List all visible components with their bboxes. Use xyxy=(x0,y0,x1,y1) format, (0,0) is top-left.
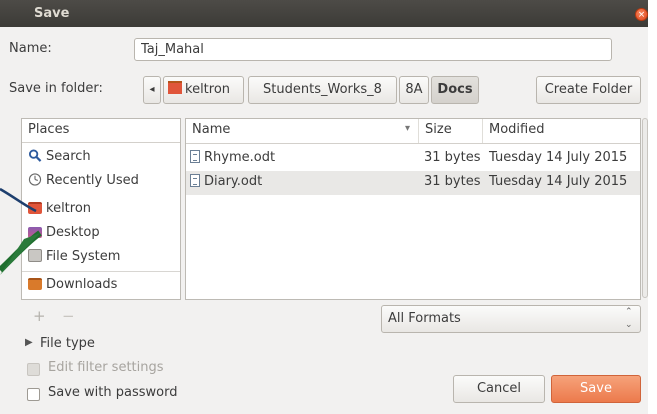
file-name-cell: Diary.odt xyxy=(190,174,262,189)
path-button-docs[interactable]: Docs xyxy=(431,76,479,104)
column-header-size[interactable]: Size xyxy=(419,119,483,143)
remove-place-icon[interactable]: − xyxy=(62,307,75,325)
place-label: Search xyxy=(46,149,91,164)
place-label: Downloads xyxy=(46,277,118,292)
window-title: Save xyxy=(34,6,70,21)
file-name: Rhyme.odt xyxy=(204,150,276,165)
create-folder-label: Create Folder xyxy=(544,82,633,97)
filter-value: All Formats xyxy=(388,311,461,326)
file-name: Diary.odt xyxy=(204,174,263,189)
file-size: 31 bytes xyxy=(424,174,481,189)
chevron-left-icon: ◂ xyxy=(149,84,155,95)
document-icon xyxy=(190,150,200,163)
file-filter-select[interactable]: All Formats ⌃⌄ xyxy=(381,305,641,333)
file-list-scrollbar[interactable] xyxy=(642,118,648,298)
edit-filter-checkbox[interactable] xyxy=(27,363,40,376)
save-dialog: Save × Name: Save in folder: ◂ keltron S… xyxy=(0,0,648,414)
column-header-modified[interactable]: Modified xyxy=(483,119,642,143)
place-label: keltron xyxy=(46,201,92,216)
place-label: Recently Used xyxy=(46,173,139,188)
place-label: File System xyxy=(46,249,121,264)
save-password-checkbox[interactable] xyxy=(27,388,40,401)
titlebar: Save × xyxy=(0,0,648,27)
path-label: Docs xyxy=(437,82,473,97)
file-row[interactable]: Diary.odt 31 bytes Tuesday 14 July 2015 xyxy=(186,171,640,195)
save-password-label: Save with password xyxy=(48,385,178,400)
path-label: 8A xyxy=(405,82,423,97)
expander-icon[interactable]: ▶ xyxy=(25,337,33,348)
file-list-pane: Name ▾ Size Modified Rhyme.odt 31 bytes … xyxy=(185,118,641,300)
place-search[interactable]: Search xyxy=(22,147,180,171)
path-label: Students_Works_8 xyxy=(263,82,382,97)
document-icon xyxy=(190,174,200,187)
annotation-arrows xyxy=(0,187,42,275)
spinner-icon: ⌃⌄ xyxy=(625,307,633,330)
cancel-label: Cancel xyxy=(476,381,522,396)
save-button[interactable]: Save xyxy=(551,375,641,403)
home-folder-icon xyxy=(168,81,182,94)
file-row[interactable]: Rhyme.odt 31 bytes Tuesday 14 July 2015 xyxy=(186,147,640,171)
column-header-name[interactable]: Name ▾ xyxy=(186,119,419,143)
column-size-label: Size xyxy=(425,122,452,137)
close-icon[interactable]: × xyxy=(635,8,648,21)
save-label: Save xyxy=(580,381,612,396)
create-folder-button[interactable]: Create Folder xyxy=(536,76,641,104)
sort-descending-icon: ▾ xyxy=(404,123,410,134)
path-button-8a[interactable]: 8A xyxy=(399,76,429,104)
file-modified: Tuesday 14 July 2015 xyxy=(489,150,628,165)
cancel-button[interactable]: Cancel xyxy=(453,375,545,403)
file-modified: Tuesday 14 July 2015 xyxy=(489,174,628,189)
places-header: Places xyxy=(22,119,180,143)
path-button-keltron[interactable]: keltron xyxy=(163,76,244,104)
search-icon xyxy=(28,149,42,162)
file-type-expander[interactable]: File type xyxy=(40,336,95,351)
path-button-students-works[interactable]: Students_Works_8 xyxy=(248,76,397,104)
file-name-cell: Rhyme.odt xyxy=(190,150,275,165)
place-label: Desktop xyxy=(46,225,100,240)
path-label: keltron xyxy=(185,82,231,97)
edit-filter-label: Edit filter settings xyxy=(48,360,164,375)
save-in-folder-label: Save in folder: xyxy=(9,81,103,96)
file-size: 31 bytes xyxy=(424,150,481,165)
filename-input[interactable] xyxy=(134,38,612,61)
name-label: Name: xyxy=(9,41,52,56)
column-name-label: Name xyxy=(192,122,231,137)
path-back-button[interactable]: ◂ xyxy=(143,76,161,104)
column-modified-label: Modified xyxy=(489,122,545,137)
add-place-icon[interactable]: + xyxy=(33,307,46,325)
